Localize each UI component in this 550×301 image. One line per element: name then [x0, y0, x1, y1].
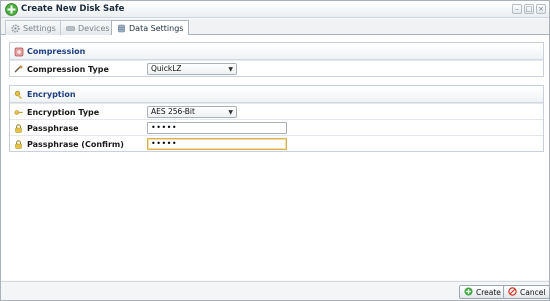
cancel-label: Cancel	[520, 287, 546, 297]
tab-devices[interactable]: Devices	[60, 20, 116, 35]
compression-type-select[interactable]: QuickLZ ▼	[147, 63, 237, 75]
tab-strip: Settings Devices Data Settings	[1, 19, 549, 36]
compression-title: Compression	[27, 46, 86, 56]
encryption-panel: Encryption Encryption Type AES 256-Bit ▼	[9, 85, 544, 152]
cancel-button[interactable]: Cancel	[503, 285, 550, 299]
lock-icon	[14, 139, 23, 149]
dialog-footer: Create Cancel	[1, 281, 550, 300]
add-icon	[464, 287, 473, 298]
window-title: Create New Disk Safe	[21, 4, 125, 14]
passphrase-label: Passphrase	[27, 123, 79, 133]
tab-label: Data Settings	[129, 24, 184, 33]
encryption-type-row: Encryption Type AES 256-Bit ▼	[10, 103, 543, 119]
passphrase-row: Passphrase •••••	[10, 119, 543, 135]
chevron-down-icon: ▼	[228, 109, 233, 116]
compression-type-value: QuickLZ	[151, 64, 182, 73]
encryption-type-select[interactable]: AES 256-Bit ▼	[147, 106, 237, 118]
compression-type-label: Compression Type	[27, 64, 109, 74]
dialog-window: Create New Disk Safe – □ × Settings Devi…	[0, 0, 550, 301]
tab-data-settings[interactable]: Data Settings	[111, 20, 190, 36]
compress-icon	[14, 47, 24, 56]
key-icon	[14, 108, 23, 117]
compress-icon	[14, 65, 23, 74]
encryption-header: Encryption	[10, 86, 543, 103]
tab-label: Settings	[23, 23, 56, 33]
passphrase-confirm-row: Passphrase (Confirm) •••••	[10, 135, 543, 151]
compression-type-row: Compression Type QuickLZ ▼	[10, 60, 543, 76]
passphrase-confirm-input[interactable]: •••••	[147, 138, 287, 150]
compression-header: Compression	[10, 43, 543, 60]
encryption-type-label: Encryption Type	[27, 107, 100, 117]
database-icon	[117, 24, 126, 33]
create-label: Create	[476, 287, 501, 297]
maximize-button[interactable]: □	[524, 4, 534, 14]
tab-label: Devices	[78, 23, 110, 33]
minimize-button[interactable]: –	[512, 4, 522, 14]
passphrase-confirm-label: Passphrase (Confirm)	[27, 139, 124, 149]
title-bar[interactable]: Create New Disk Safe – □ ×	[1, 1, 549, 18]
create-button[interactable]: Create	[459, 285, 506, 299]
add-disk-safe-icon	[5, 3, 18, 16]
tab-settings[interactable]: Settings	[5, 20, 62, 35]
encryption-type-value: AES 256-Bit	[151, 107, 195, 116]
cancel-icon	[508, 286, 517, 298]
gear-icon	[11, 23, 20, 33]
keys-icon	[14, 90, 23, 99]
tab-content: Compression Compression Type QuickLZ ▼ E…	[1, 35, 549, 280]
passphrase-input[interactable]: •••••	[147, 122, 287, 134]
lock-icon	[14, 123, 23, 133]
encryption-title: Encryption	[27, 89, 76, 99]
devices-icon	[66, 24, 75, 33]
close-button[interactable]: ×	[536, 4, 546, 14]
chevron-down-icon: ▼	[228, 66, 233, 73]
compression-panel: Compression Compression Type QuickLZ ▼	[9, 42, 544, 77]
